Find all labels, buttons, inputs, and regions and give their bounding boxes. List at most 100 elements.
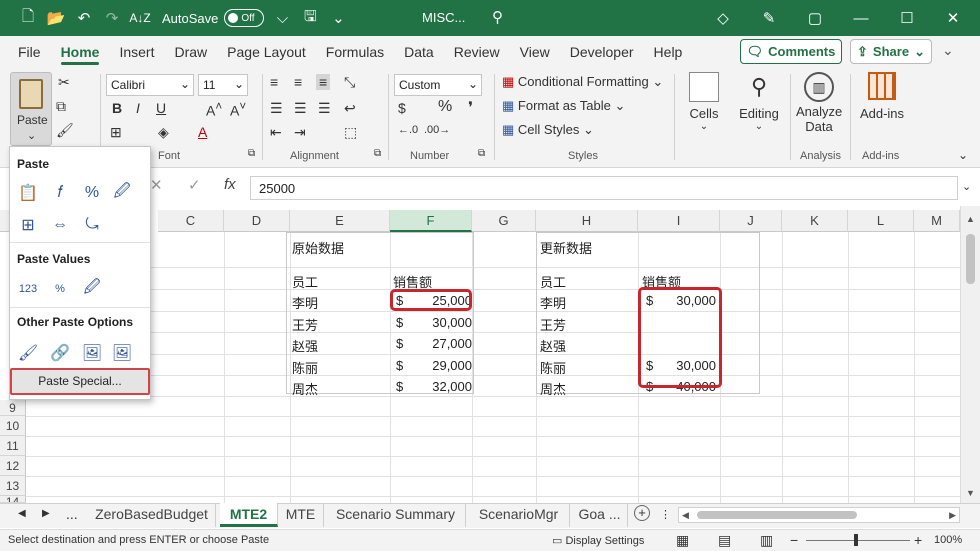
zoom-in-icon[interactable]: + (914, 532, 922, 548)
align-left-icon[interactable]: ☰ (270, 100, 283, 117)
row-header-10[interactable]: 10 (0, 416, 26, 436)
format-as-table-button[interactable]: ▦ Format as Table ⌄ (502, 98, 625, 114)
left-sales-2[interactable]: $30,000 (396, 315, 472, 330)
formula-input[interactable]: 25000 (250, 176, 958, 200)
left-sales-5[interactable]: $32,000 (396, 379, 472, 394)
scroll-thumb[interactable] (966, 234, 975, 284)
col-header-k[interactable]: K (782, 210, 848, 232)
cut-icon[interactable]: ✂ (58, 74, 70, 91)
tab-view[interactable]: View (510, 36, 560, 68)
page-break-view-icon[interactable]: ▥ (760, 532, 773, 549)
display-settings-button[interactable]: ▭ Display Settings (552, 534, 644, 547)
right-table-title[interactable]: 更新数据 (540, 238, 592, 257)
minimize-icon[interactable]: — (838, 0, 884, 36)
cell-styles-button[interactable]: ▦ Cell Styles ⌄ (502, 122, 594, 138)
left-name-2[interactable]: 王芳 (292, 315, 318, 334)
zoom-slider-thumb[interactable] (854, 534, 858, 546)
currency-icon[interactable]: $ (398, 100, 406, 116)
bold-icon[interactable]: B (112, 100, 122, 116)
increase-decimal-icon[interactable]: ←.0 (398, 124, 418, 136)
zoom-slider[interactable] (806, 534, 910, 546)
previous-sheet-icon[interactable]: ◀ (18, 508, 26, 519)
align-right-icon[interactable]: ☰ (318, 100, 331, 117)
restore-ribbon-icon[interactable]: ▢ (792, 0, 838, 36)
page-layout-view-icon[interactable]: ▤ (718, 532, 731, 549)
col-header-i[interactable]: I (638, 210, 720, 232)
sort-az-icon[interactable]: A↓Z (126, 0, 154, 36)
italic-icon[interactable]: I (136, 100, 140, 116)
left-sales-3[interactable]: $27,000 (396, 336, 472, 351)
scroll-left-icon[interactable]: ◀ (682, 510, 689, 521)
sheet-tab-scenariomgr[interactable]: ScenarioMgr (468, 503, 570, 527)
scroll-down-icon[interactable]: ▼ (966, 488, 975, 498)
left-table-col-employee[interactable]: 员工 (292, 272, 318, 291)
left-table-title[interactable]: 原始数据 (292, 238, 344, 257)
row-header-13[interactable]: 13 (0, 476, 26, 496)
search-icon[interactable]: ⚲ (492, 8, 503, 26)
keep-source-formatting-icon[interactable]: 🖉 (110, 181, 134, 205)
copy-icon[interactable]: ⧉ (56, 98, 66, 115)
expand-formula-icon[interactable]: ⌄ (962, 180, 971, 193)
sheet-tab-mte2[interactable]: MTE2 (220, 503, 278, 527)
right-name-2[interactable]: 王芳 (540, 315, 566, 334)
scroll-right-icon[interactable]: ▶ (949, 510, 956, 521)
row-header-11[interactable]: 11 (0, 436, 26, 456)
right-name-3[interactable]: 赵强 (540, 336, 566, 355)
merge-icon[interactable]: ⬚ (344, 124, 357, 141)
transpose-icon[interactable]: ⤿ (80, 213, 104, 237)
fill-color-icon[interactable]: ◈ (158, 124, 169, 141)
font-size-select[interactable]: 11 ⌄ (198, 74, 248, 96)
col-header-d[interactable]: D (224, 210, 290, 232)
share-button[interactable]: ⇪ Share ⌄ (850, 39, 932, 64)
sheet-tab-scenario-summary[interactable]: Scenario Summary (326, 503, 466, 527)
wrap-text-icon[interactable]: ↩ (344, 100, 356, 117)
values-source-format-icon[interactable]: 🖉 (80, 277, 104, 301)
tab-options-icon[interactable]: ⋮ (660, 508, 671, 521)
number-format-select[interactable]: Custom ⌄ (394, 74, 482, 96)
tab-formulas[interactable]: Formulas (316, 36, 394, 68)
tab-help[interactable]: Help (644, 36, 693, 68)
row-header-14[interactable]: 14 (0, 496, 26, 503)
comma-style-icon[interactable]: ❜ (468, 98, 473, 118)
dialog-launcher-icon[interactable]: ⧉ (478, 148, 485, 159)
dialog-launcher-icon[interactable]: ⧉ (248, 148, 255, 159)
save-icon[interactable]: 🖫 (296, 0, 324, 36)
increase-indent-icon[interactable]: ⇥ (294, 124, 306, 141)
paste-icon[interactable]: 📋 (16, 181, 40, 205)
paste-formatting-icon[interactable]: 🖌 (16, 341, 40, 365)
decrease-indent-icon[interactable]: ⇤ (270, 124, 282, 141)
right-name-5[interactable]: 周杰 (540, 379, 566, 398)
cancel-icon[interactable]: ✕ (150, 176, 163, 194)
file-new-icon[interactable]: 🗋 (14, 0, 42, 36)
left-sales-4[interactable]: $29,000 (396, 358, 472, 373)
tab-data[interactable]: Data (394, 36, 444, 68)
decrease-decimal-icon[interactable]: .00→ (424, 124, 450, 136)
col-header-l[interactable]: L (848, 210, 914, 232)
editing-button[interactable]: ⚲ Editing ⌄ (736, 72, 782, 132)
zoom-level[interactable]: 100% (934, 534, 962, 546)
font-name-select[interactable]: Calibri ⌄ (106, 74, 194, 96)
decrease-font-icon[interactable]: A˅ (230, 100, 246, 119)
left-name-3[interactable]: 赵强 (292, 336, 318, 355)
zoom-out-icon[interactable]: − (790, 532, 798, 548)
paste-formulas-icon[interactable]: 𝑓 (48, 181, 72, 205)
values-number-format-icon[interactable]: % (48, 277, 72, 301)
add-sheet-icon[interactable]: + (634, 505, 650, 521)
right-name-1[interactable]: 李明 (540, 293, 566, 312)
dialog-launcher-icon[interactable]: ⧉ (374, 148, 381, 159)
tab-review[interactable]: Review (444, 36, 510, 68)
more-sheets-button[interactable]: ... (66, 506, 78, 522)
keep-column-widths-icon[interactable]: ⇔ (48, 213, 72, 237)
col-header-m[interactable]: M (914, 210, 960, 232)
format-painter-icon[interactable]: 🖌 (56, 122, 74, 139)
h-scroll-thumb[interactable] (697, 511, 857, 519)
right-table-col-employee[interactable]: 员工 (540, 272, 566, 291)
autosave-toggle[interactable]: Off (224, 9, 265, 27)
sheet-tab-goal[interactable]: Goa ... (572, 503, 628, 527)
right-name-4[interactable]: 陈丽 (540, 358, 566, 377)
sheet-tab-mte[interactable]: MTE (278, 503, 324, 527)
ribbon-options-icon[interactable]: ⌄ (942, 42, 954, 59)
align-bottom-icon[interactable]: ≡ (316, 74, 331, 90)
col-header-g[interactable]: G (472, 210, 536, 232)
normal-view-icon[interactable]: ▦ (676, 532, 689, 549)
